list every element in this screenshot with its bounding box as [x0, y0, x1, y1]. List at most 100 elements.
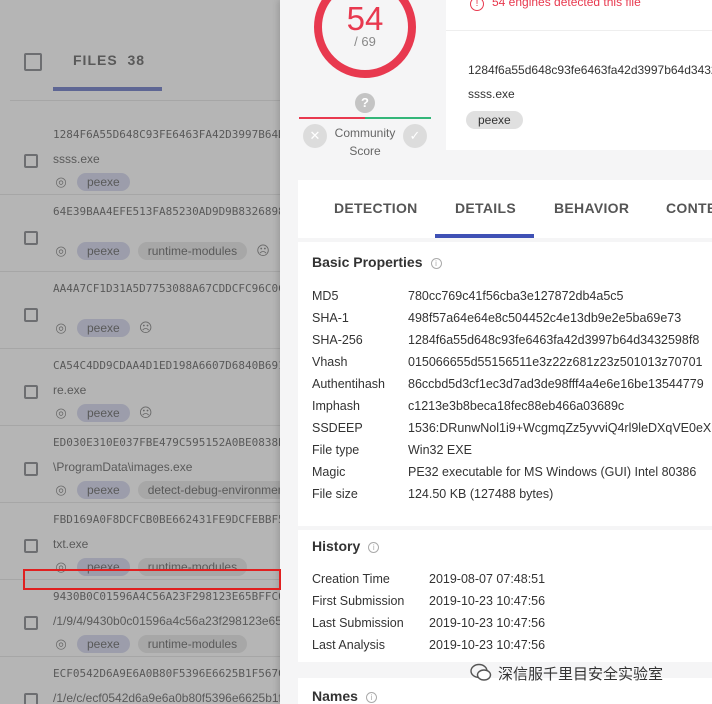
- row-hash[interactable]: AA4A7CF1D31A5D7753088A67CDDCFC96C0C37C: [53, 282, 300, 295]
- property-value[interactable]: 2019-10-23 10:47:56: [429, 638, 545, 652]
- row-hash[interactable]: 1284F6A55D648C93FE6463FA42D3997B64D34325…: [53, 128, 300, 141]
- info-circle-icon[interactable]: i: [430, 257, 442, 269]
- row-file-name: txt.exe: [53, 537, 89, 551]
- property-key: SHA-1: [312, 311, 349, 325]
- names-title: Names i: [312, 688, 377, 704]
- property-value[interactable]: 015066655d55156511e3z22z681z23z501013z70…: [408, 355, 703, 369]
- file-name: ssss.exe: [468, 87, 515, 101]
- tag-chip[interactable]: detect-debug-environment: [137, 481, 298, 499]
- tag-chip[interactable]: peexe: [77, 635, 130, 653]
- row-checkbox[interactable]: [24, 616, 38, 630]
- basic-properties-title: Basic Properties i: [312, 254, 442, 270]
- select-all-checkbox[interactable]: [24, 53, 42, 71]
- property-value[interactable]: 2019-10-23 10:47:56: [429, 594, 545, 608]
- property-key: MD5: [312, 289, 339, 303]
- file-list-row[interactable]: ED030E310E037FBE479C595152A0BE0838B741 \P…: [0, 428, 300, 503]
- property-value[interactable]: Win32 EXE: [408, 443, 472, 457]
- property-row: Vhash 015066655d55156511e3z22z681z23z5010…: [312, 355, 712, 377]
- property-value[interactable]: 2019-10-23 10:47:56: [429, 616, 545, 630]
- property-row: Magic PE32 executable for MS Windows (GUI…: [312, 465, 712, 487]
- property-value[interactable]: 1284f6a55d648c93fe6463fa42d3997b64d34325…: [408, 333, 699, 347]
- row-checkbox[interactable]: [24, 539, 38, 553]
- detail-tabs: DETECTION DETAILS BEHAVIOR CONTENT: [298, 180, 712, 238]
- ghost-icon: ☹: [256, 243, 270, 258]
- row-tags: ◎ peexe ☹: [53, 319, 154, 337]
- tag-chip[interactable]: runtime-modules: [137, 635, 248, 653]
- row-file-name: ssss.exe: [53, 152, 100, 166]
- community-bar-positive: [365, 117, 431, 119]
- property-row: First Submission 2019-10-23 10:47:56: [312, 594, 712, 616]
- tab-details[interactable]: DETAILS: [455, 200, 516, 216]
- file-list-row[interactable]: 1284F6A55D648C93FE6463FA42D3997B64D34325…: [0, 120, 300, 195]
- file-list-row[interactable]: AA4A7CF1D31A5D7753088A67CDDCFC96C0C37C ◎ p…: [0, 274, 300, 349]
- row-hash[interactable]: CA54C4DD9CDAA4D1ED198A6607D6840B6914B6: [53, 359, 300, 372]
- tab-detection[interactable]: DETECTION: [334, 200, 418, 216]
- info-circle-icon[interactable]: i: [368, 541, 380, 553]
- row-checkbox[interactable]: [24, 693, 38, 704]
- tag-chip[interactable]: peexe: [77, 319, 130, 337]
- row-file-name: re.exe: [53, 383, 87, 397]
- property-row: SHA-256 1284f6a55d648c93fe6463fa42d3997b6…: [312, 333, 712, 355]
- divider: [446, 30, 712, 31]
- alert-circle-icon: !: [470, 0, 484, 11]
- watermark-text: 深信服千里目安全实验室: [498, 665, 664, 683]
- property-value[interactable]: 498f57a64e64e8c504452c4e13db9e2e5ba69e73: [408, 311, 681, 325]
- active-tab-indicator: [435, 234, 534, 238]
- row-checkbox[interactable]: [24, 308, 38, 322]
- row-hash[interactable]: FBD169A0F8DCFCB0BE662431FE9DCFEBBF577E: [53, 513, 300, 526]
- files-tab-underline: [53, 87, 162, 91]
- files-count: 38: [127, 52, 146, 68]
- property-value[interactable]: 780cc769c41f56cba3e127872db4a5c5: [408, 289, 623, 303]
- info-circle-icon[interactable]: i: [365, 691, 377, 703]
- file-list-row[interactable]: ECF0542D6A9E6A0B80F5396E6625B1F56708F6/1…: [0, 659, 300, 704]
- property-value[interactable]: c1213e3b8beca18fec88eb466a03689c: [408, 399, 624, 413]
- tag-chip[interactable]: peexe: [466, 111, 523, 129]
- files-tab[interactable]: FILES 38: [73, 52, 145, 68]
- row-hash[interactable]: 64E39BAA4EFE513FA85230AD9D9B8326898C1F: [53, 205, 300, 218]
- property-value[interactable]: 124.50 KB (127488 bytes): [408, 487, 553, 501]
- ghost-icon: ☹: [138, 405, 153, 420]
- row-hash[interactable]: ECF0542D6A9E6A0B80F5396E6625B1F56708F6: [53, 667, 300, 680]
- property-key: Last Submission: [312, 616, 404, 630]
- section-title-text: Names: [312, 688, 358, 704]
- check-circle-icon[interactable]: ✓: [403, 124, 427, 148]
- property-value[interactable]: PE32 executable for MS Windows (GUI) Int…: [408, 465, 696, 479]
- tab-content[interactable]: CONTENT: [666, 200, 712, 216]
- property-row: Authentihash 86ccbd5d3cf1ec3d7ad3de98fff4…: [312, 377, 712, 399]
- property-key: File size: [312, 487, 358, 501]
- property-value[interactable]: 86ccbd5d3cf1ec3d7ad3de98fff4a4e6e16be135…: [408, 377, 704, 391]
- wechat-icon: [470, 662, 492, 684]
- row-tags: ◎ peexe runtime-modules: [53, 635, 248, 653]
- tag-chip[interactable]: peexe: [77, 173, 130, 191]
- row-checkbox[interactable]: [24, 385, 38, 399]
- property-key: Vhash: [312, 355, 348, 369]
- file-list-row[interactable]: 9430B0C01596A4C56A23F298123E65BFFC05FD/1…: [0, 582, 300, 657]
- tag-chip[interactable]: peexe: [77, 404, 130, 422]
- close-circle-icon[interactable]: ✕: [303, 124, 327, 148]
- tab-behavior[interactable]: BEHAVIOR: [554, 200, 629, 216]
- property-value[interactable]: 1536:DRunwNol1i9+WcgmqZz5yvviQ4rl9leDXqV…: [408, 421, 711, 435]
- property-key: Magic: [312, 465, 346, 479]
- score-total: / 69: [354, 34, 376, 49]
- tag-chip[interactable]: runtime-modules: [137, 242, 248, 260]
- tag-chip[interactable]: peexe: [77, 242, 130, 260]
- property-row: File size 124.50 KB (127488 bytes): [312, 487, 712, 509]
- alert-text: 54 engines detected this file: [492, 0, 641, 9]
- target-icon: ◎: [55, 405, 67, 420]
- row-hash[interactable]: 9430B0C01596A4C56A23F298123E65BFFC05FD: [53, 590, 300, 603]
- row-checkbox[interactable]: [24, 231, 38, 245]
- row-tags: ◎ peexe runtime-modules ☹: [53, 242, 271, 260]
- property-value[interactable]: 2019-08-07 07:48:51: [429, 572, 545, 586]
- history-title: History i: [312, 538, 380, 554]
- property-key: SHA-256: [312, 333, 363, 347]
- files-tab-label: FILES: [73, 52, 118, 68]
- row-file-name: \ProgramData\images.exe: [53, 460, 193, 474]
- row-hash[interactable]: ED030E310E037FBE479C595152A0BE0838B741: [53, 436, 300, 449]
- property-key: First Submission: [312, 594, 405, 608]
- tag-chip[interactable]: peexe: [77, 481, 130, 499]
- row-checkbox[interactable]: [24, 154, 38, 168]
- row-checkbox[interactable]: [24, 462, 38, 476]
- file-list-row[interactable]: 64E39BAA4EFE513FA85230AD9D9B8326898C1F ◎ p…: [0, 197, 300, 272]
- file-list-row[interactable]: CA54C4DD9CDAA4D1ED198A6607D6840B6914B6 re…: [0, 351, 300, 426]
- file-hash[interactable]: 1284f6a55d648c93fe6463fa42d3997b64d34325…: [468, 63, 712, 77]
